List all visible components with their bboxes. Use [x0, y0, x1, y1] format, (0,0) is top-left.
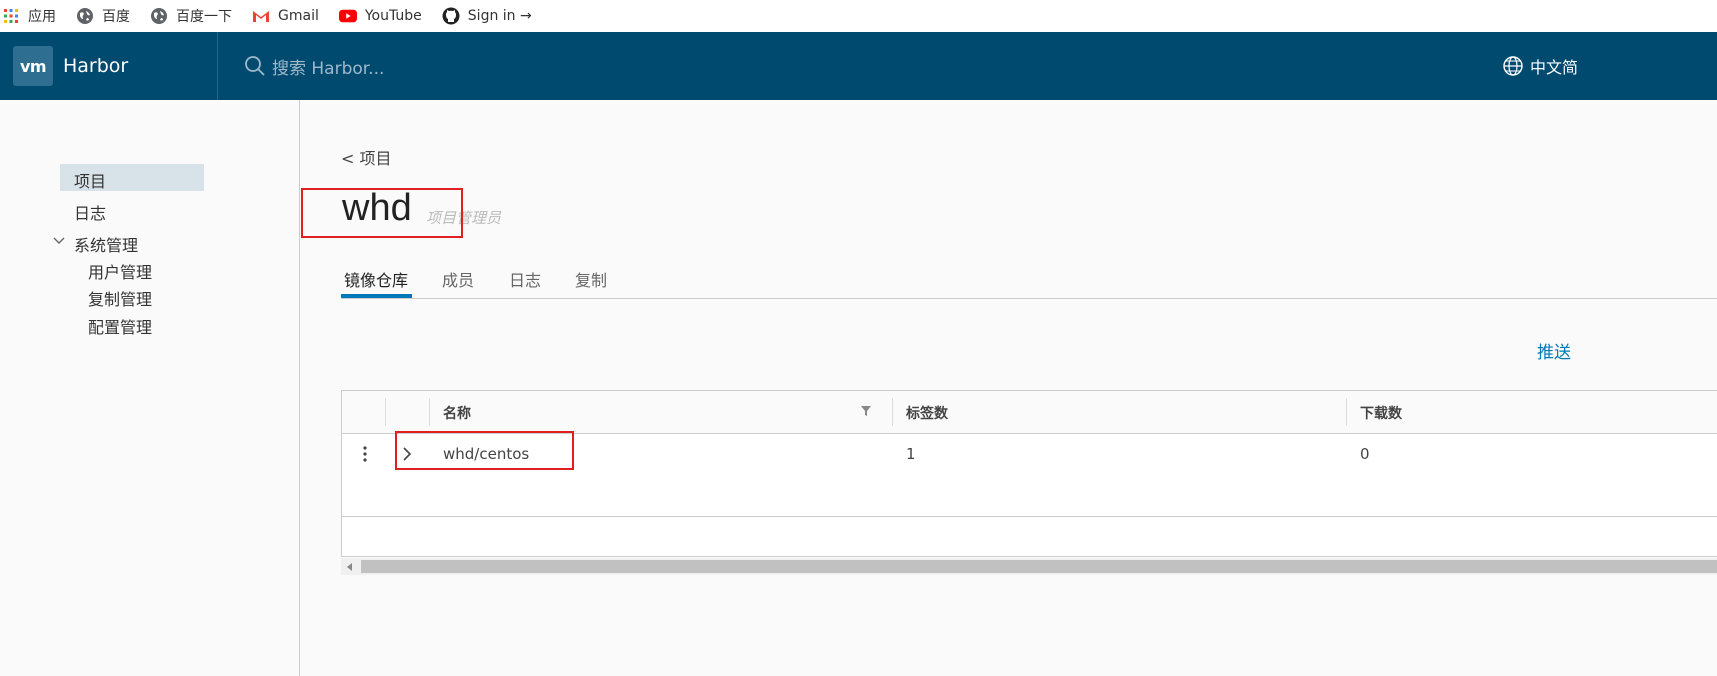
- youtube-icon: [338, 7, 357, 25]
- highlight-box-title: [301, 188, 463, 238]
- bookmark-label: 百度: [102, 9, 130, 25]
- language-label: 中文简: [1530, 58, 1579, 77]
- tab-logs[interactable]: 日志: [509, 267, 541, 291]
- search-input[interactable]: 搜索 Harbor...: [272, 54, 384, 79]
- bookmark-label: Sign in →: [467, 8, 532, 24]
- sidebar-item-users[interactable]: 用户管理: [88, 259, 152, 283]
- column-divider: [1346, 398, 1347, 426]
- bookmark-label: 应用: [28, 9, 56, 25]
- column-divider: [385, 398, 386, 426]
- sidebar-item-replication[interactable]: 复制管理: [88, 286, 152, 310]
- bookmark-label: 百度一下: [176, 9, 232, 25]
- bookmarks-bar: 应用 百度 百度一下 Gmail YouTube Sign in →: [0, 0, 1717, 32]
- push-image-link[interactable]: 推送: [1537, 338, 1571, 363]
- global-search[interactable]: 搜索 Harbor...: [244, 54, 384, 79]
- globe-icon: [76, 7, 94, 25]
- sidebar-item-administration[interactable]: 系统管理: [74, 232, 138, 256]
- sidebar: 项目 日志 系统管理 用户管理 复制管理 配置管理: [0, 100, 300, 676]
- tab-replication[interactable]: 复制: [575, 267, 607, 291]
- bookmark-label: Gmail: [278, 8, 319, 24]
- column-header-name[interactable]: 名称: [443, 403, 471, 423]
- tag-count: 1: [906, 445, 916, 463]
- vmware-logo: vm: [13, 46, 53, 86]
- gmail-icon: [252, 7, 270, 25]
- scroll-left-icon[interactable]: [345, 562, 355, 572]
- github-icon: [442, 7, 460, 25]
- column-divider: [892, 398, 893, 426]
- main-content: < 项目 whd 项目管理员 镜像仓库 成员 日志 复制 推送 名称 标签数 下…: [300, 100, 1717, 676]
- bookmark-baidu-search[interactable]: 百度一下: [150, 6, 232, 26]
- pull-count: 0: [1360, 445, 1370, 463]
- apps-grid-icon: [2, 7, 20, 25]
- app-header: vm Harbor 搜索 Harbor... 中文简: [0, 32, 1717, 100]
- brand[interactable]: vm Harbor: [0, 32, 218, 100]
- sidebar-item-configuration[interactable]: 配置管理: [88, 314, 152, 338]
- globe-icon: [1503, 56, 1523, 76]
- breadcrumb[interactable]: < 项目: [341, 145, 392, 169]
- active-tab-indicator: [341, 294, 412, 298]
- filter-icon[interactable]: [860, 405, 872, 417]
- bookmark-apps[interactable]: 应用: [2, 6, 56, 26]
- column-header-pulls[interactable]: 下载数: [1360, 403, 1402, 423]
- sidebar-item-logs[interactable]: 日志: [74, 200, 106, 224]
- scroll-thumb[interactable]: [361, 560, 1717, 573]
- table-header: 名称 标签数 下载数: [342, 391, 1717, 434]
- app-name: Harbor: [63, 55, 129, 77]
- repository-table: 名称 标签数 下载数 whd/centos 1 0: [341, 390, 1717, 557]
- bookmark-youtube[interactable]: YouTube: [338, 7, 422, 25]
- tab-repositories[interactable]: 镜像仓库: [344, 267, 408, 291]
- project-tabs: 镜像仓库 成员 日志 复制: [341, 255, 1717, 299]
- search-icon: [245, 56, 265, 76]
- language-selector[interactable]: 中文简: [1502, 32, 1578, 100]
- bookmark-baidu[interactable]: 百度: [76, 6, 130, 26]
- bookmark-label: YouTube: [364, 8, 422, 24]
- sidebar-item-projects[interactable]: 项目: [74, 168, 106, 192]
- chevron-down-icon[interactable]: [52, 234, 66, 248]
- horizontal-scrollbar[interactable]: [341, 558, 1717, 575]
- highlight-box-repository: [395, 431, 574, 470]
- bookmark-gmail[interactable]: Gmail: [252, 7, 319, 25]
- globe-icon: [150, 7, 168, 25]
- more-actions-icon[interactable]: [357, 444, 373, 464]
- column-divider: [429, 398, 430, 426]
- column-header-tags[interactable]: 标签数: [906, 403, 948, 423]
- bookmark-github-signin[interactable]: Sign in →: [442, 7, 532, 25]
- tab-members[interactable]: 成员: [442, 267, 474, 291]
